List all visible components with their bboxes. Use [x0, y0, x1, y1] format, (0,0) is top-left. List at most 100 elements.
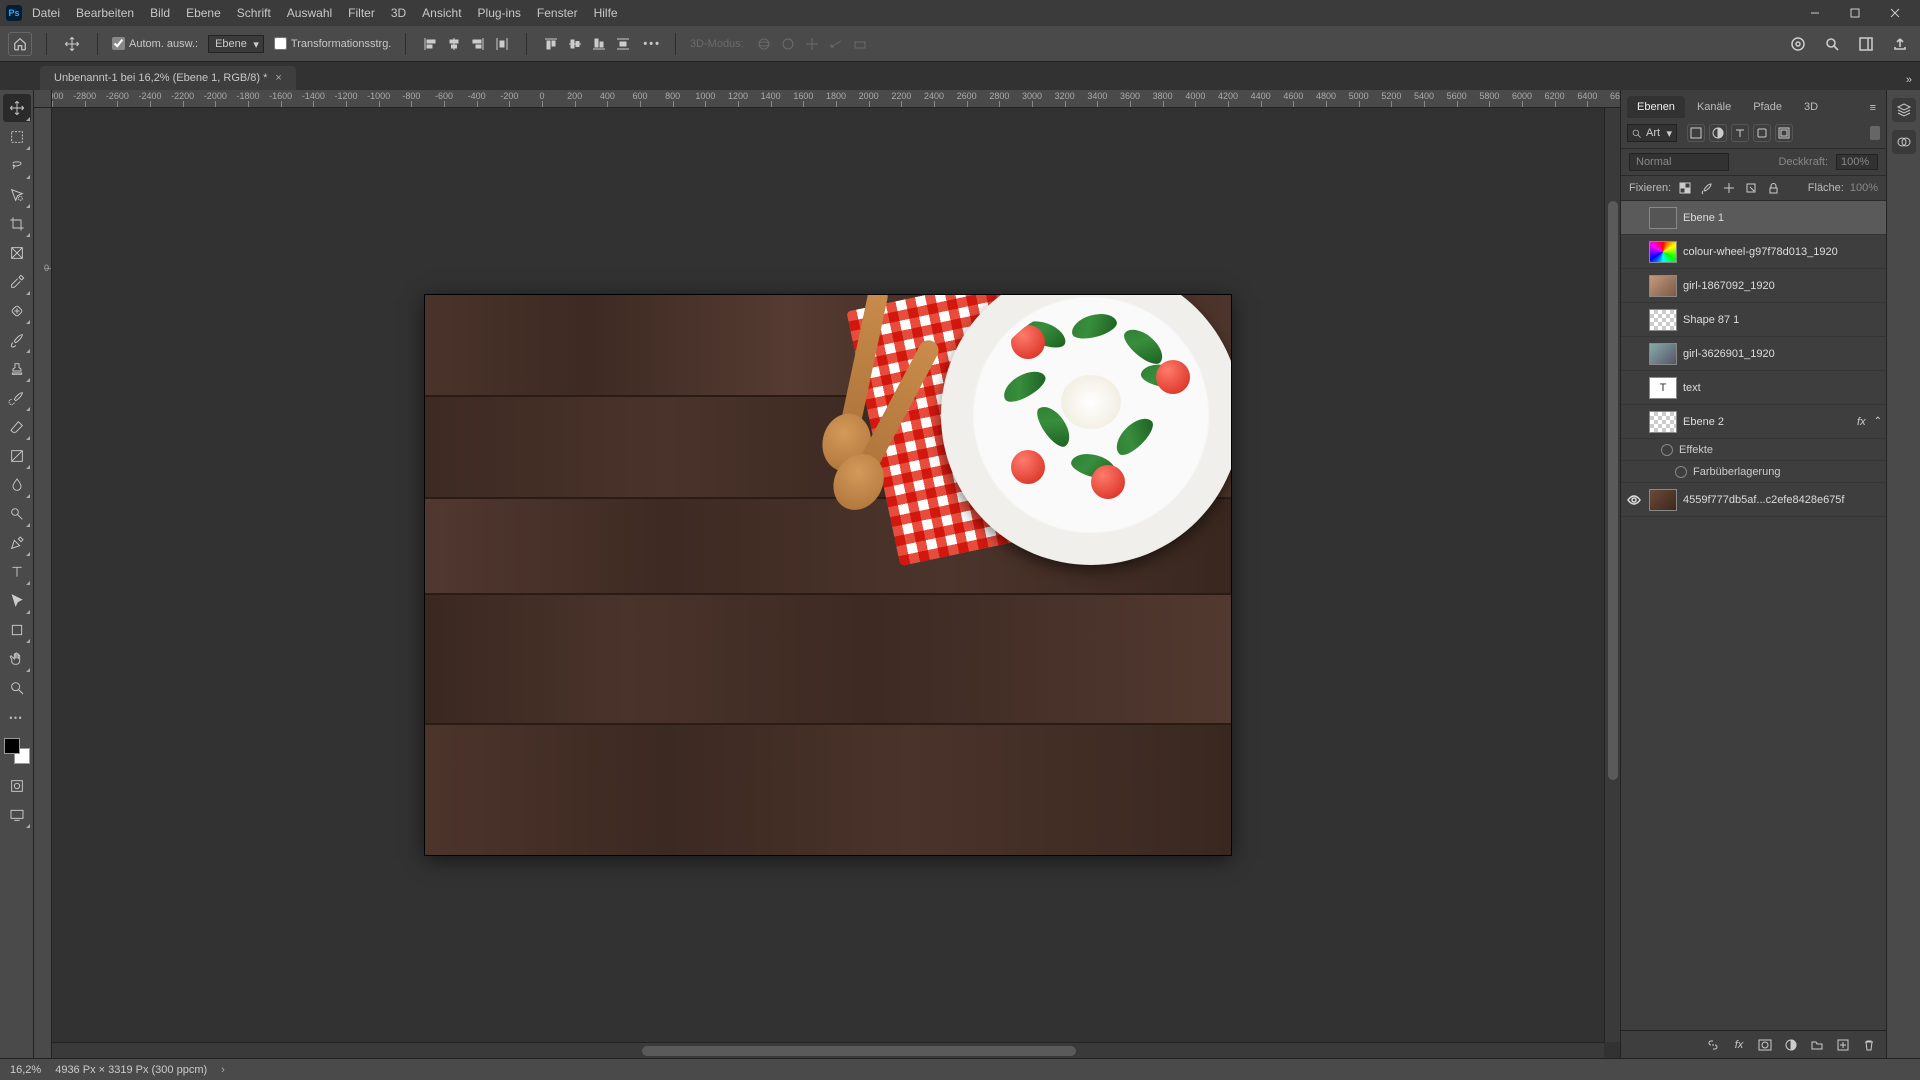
align-vcenter-icon[interactable] [565, 34, 585, 54]
filter-toggle[interactable] [1870, 126, 1880, 140]
status-flyout-icon[interactable]: › [221, 1064, 225, 1076]
document-tab[interactable]: Unbenannt-1 bei 16,2% (Ebene 1, RGB/8) *… [40, 66, 296, 90]
filter-shape-icon[interactable] [1753, 124, 1771, 142]
menu-bearbeiten[interactable]: Bearbeiten [68, 2, 142, 24]
quick-select-tool[interactable] [3, 181, 31, 209]
lock-pixels-icon[interactable] [1677, 180, 1693, 196]
layer-thumbnail[interactable] [1649, 489, 1677, 511]
panel-menu-icon[interactable]: ≡ [1866, 98, 1880, 118]
ruler-horizontal[interactable]: -3000-2800-2600-2400-2200-2000-1800-1600… [52, 90, 1620, 108]
window-close[interactable] [1876, 1, 1914, 25]
auto-select-checkbox[interactable]: Autom. ausw.: [112, 37, 198, 50]
fx-badge[interactable]: fx [1857, 416, 1866, 428]
healing-tool[interactable] [3, 297, 31, 325]
filter-type-icon[interactable] [1731, 124, 1749, 142]
layer-name[interactable]: colour-wheel-g97f78d013_1920 [1683, 246, 1882, 258]
layer-name[interactable]: Ebene 2 [1683, 416, 1851, 428]
type-tool[interactable] [3, 558, 31, 586]
transform-controls-checkbox[interactable]: Transformationsstrg. [274, 37, 391, 50]
color-swatches[interactable] [4, 738, 30, 764]
layer-row[interactable]: 4559f777db5af...c2efe8428e675f [1621, 483, 1886, 517]
layer-row[interactable]: Shape 87 1 [1621, 303, 1886, 337]
layer-row[interactable]: girl-3626901_1920 [1621, 337, 1886, 371]
brush-tool[interactable] [3, 326, 31, 354]
layer-name[interactable]: Ebene 1 [1683, 212, 1882, 224]
menu-plug-ins[interactable]: Plug-ins [470, 2, 529, 24]
align-top-icon[interactable] [541, 34, 561, 54]
menu-filter[interactable]: Filter [340, 2, 383, 24]
panel-tab-pfade[interactable]: Pfade [1743, 96, 1792, 118]
lasso-tool[interactable] [3, 152, 31, 180]
menu-hilfe[interactable]: Hilfe [586, 2, 626, 24]
layer-filter-select[interactable]: Art▾ [1627, 124, 1677, 142]
visibility-toggle[interactable] [1625, 243, 1643, 261]
hand-tool[interactable] [3, 645, 31, 673]
menu-bild[interactable]: Bild [142, 2, 178, 24]
fill-input[interactable]: 100% [1850, 182, 1878, 194]
layer-thumbnail[interactable] [1649, 207, 1677, 229]
workspace-button[interactable] [1854, 32, 1878, 56]
distribute-v-icon[interactable] [613, 34, 633, 54]
layer-fx-icon[interactable]: fx [1730, 1036, 1748, 1054]
layer-thumbnail[interactable] [1649, 275, 1677, 297]
visibility-toggle[interactable] [1625, 277, 1643, 295]
align-hcenter-icon[interactable] [444, 34, 464, 54]
close-tab-icon[interactable]: × [275, 72, 281, 84]
blur-tool[interactable] [3, 471, 31, 499]
auto-select-target-select[interactable]: Ebene ▾ [208, 35, 264, 53]
horizontal-scrollbar[interactable] [52, 1042, 1604, 1058]
align-left-icon[interactable] [420, 34, 440, 54]
layer-thumbnail[interactable]: T [1649, 377, 1677, 399]
gradient-tool[interactable] [3, 442, 31, 470]
visibility-toggle[interactable] [1625, 345, 1643, 363]
share-button[interactable] [1888, 32, 1912, 56]
visibility-toggle[interactable] [1625, 311, 1643, 329]
lock-paint-icon[interactable] [1699, 180, 1715, 196]
distribute-h-icon[interactable] [492, 34, 512, 54]
layer-name[interactable]: girl-3626901_1920 [1683, 348, 1882, 360]
more-options-icon[interactable]: ••• [643, 38, 661, 50]
lock-artboard-icon[interactable] [1743, 180, 1759, 196]
blend-mode-select[interactable]: Normal [1629, 153, 1729, 171]
lock-all-icon[interactable] [1765, 180, 1781, 196]
scrollbar-thumb[interactable] [1608, 201, 1618, 780]
layer-name[interactable]: girl-1867092_1920 [1683, 280, 1882, 292]
home-button[interactable] [8, 32, 32, 56]
quickmask-toggle[interactable] [3, 772, 31, 800]
crop-tool[interactable] [3, 210, 31, 238]
layer-name[interactable]: text [1683, 382, 1882, 394]
visibility-toggle[interactable] [1625, 209, 1643, 227]
visibility-toggle[interactable] [1625, 379, 1643, 397]
layer-thumbnail[interactable] [1649, 411, 1677, 433]
canvas[interactable] [425, 295, 1231, 855]
menu-ebene[interactable]: Ebene [178, 2, 229, 24]
panel-tab-ebenen[interactable]: Ebenen [1627, 96, 1685, 118]
layer-name[interactable]: 4559f777db5af...c2efe8428e675f [1683, 494, 1882, 506]
cloud-docs-button[interactable] [1786, 32, 1810, 56]
layer-list[interactable]: Ebene 1 colour-wheel-g97f78d013_1920 girl-… [1621, 201, 1886, 1030]
menu-schrift[interactable]: Schrift [229, 2, 279, 24]
fx-expand-icon[interactable]: ⌃ [1874, 416, 1882, 427]
visibility-toggle[interactable] [1625, 491, 1643, 509]
menu-3d[interactable]: 3D [383, 2, 414, 24]
visibility-toggle[interactable] [1625, 413, 1643, 431]
zoom-readout[interactable]: 16,2% [10, 1064, 41, 1076]
edit-toolbar-icon[interactable]: ⋯ [3, 703, 31, 731]
layer-row[interactable]: girl-1867092_1920 [1621, 269, 1886, 303]
layer-thumbnail[interactable] [1649, 241, 1677, 263]
menu-auswahl[interactable]: Auswahl [279, 2, 340, 24]
layer-row[interactable]: colour-wheel-g97f78d013_1920 [1621, 235, 1886, 269]
align-right-icon[interactable] [468, 34, 488, 54]
effects-header[interactable]: Effekte [1621, 439, 1886, 461]
zoom-tool[interactable] [3, 674, 31, 702]
panel-tab-3d[interactable]: 3D [1794, 96, 1828, 118]
eyedropper-tool[interactable] [3, 268, 31, 296]
delete-layer-icon[interactable] [1860, 1036, 1878, 1054]
panel-tab-kanäle[interactable]: Kanäle [1687, 96, 1741, 118]
menu-fenster[interactable]: Fenster [529, 2, 586, 24]
stamp-tool[interactable] [3, 355, 31, 383]
window-maximize[interactable] [1836, 1, 1874, 25]
move-tool[interactable] [3, 94, 31, 122]
marquee-tool[interactable] [3, 123, 31, 151]
group-layers-icon[interactable] [1808, 1036, 1826, 1054]
